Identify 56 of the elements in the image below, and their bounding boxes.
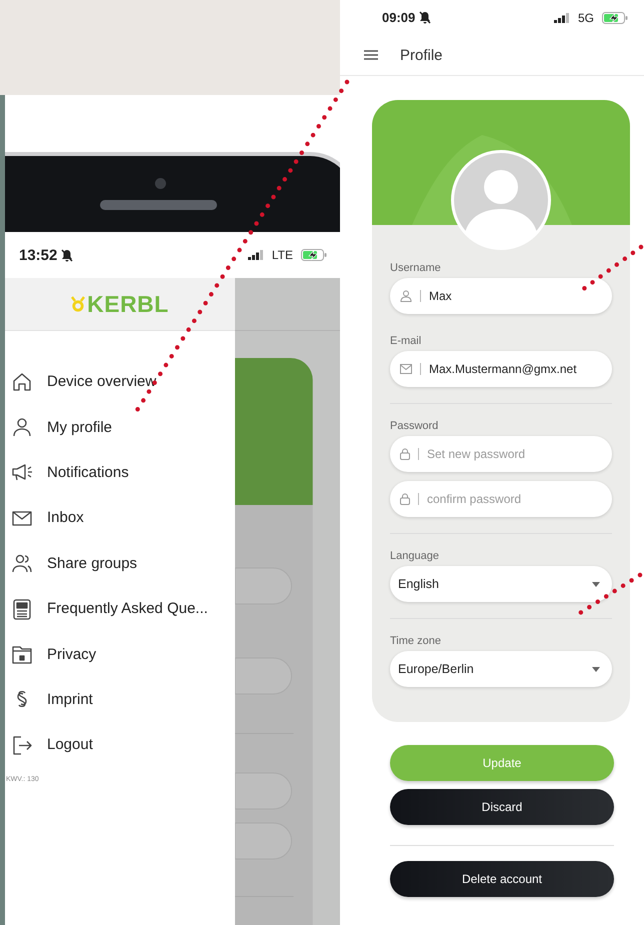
menu-item-label: Logout [47,736,93,754]
menu-item[interactable]: Imprint [5,676,235,722]
lock-icon [400,493,410,505]
field-label: Username [390,262,442,274]
field-label: E-mail [390,335,422,347]
dark-button[interactable]: Delete account [390,861,614,897]
status-time: 09:09 [382,10,416,25]
menu-icon[interactable] [362,48,380,62]
menu-item-label: Device overview [47,373,156,390]
battery-charging-icon [602,12,628,24]
envelope-icon [400,364,412,374]
menu-item-label: Inbox [47,509,84,526]
avatar-icon [451,150,551,250]
menu-item[interactable]: Notifications [5,450,235,496]
menu-item[interactable]: My profile [5,404,235,450]
battery-charging-icon [301,249,327,261]
bell-muted-icon [419,11,432,24]
dark-button[interactable]: Discard [390,789,614,825]
menu-item-label: Privacy [47,646,96,663]
lock-icon [400,448,410,460]
camera-icon [155,178,166,189]
dropdown[interactable]: Europe/Berlin [390,651,612,687]
field-label: Language [390,550,440,562]
input-field[interactable]: Max [390,278,612,314]
field-label: Password [390,420,440,432]
menu-item[interactable]: Privacy [5,631,235,677]
horns-icon [71,296,86,312]
status-time: 13:52 [19,246,58,264]
menu-item-label: Share groups [47,554,138,572]
field-label: Time zone [390,635,442,647]
menu-item[interactable]: Inbox [5,495,235,541]
dropdown[interactable]: English [390,566,612,602]
bell-muted-icon [61,248,74,262]
network-label: LTE [272,248,293,262]
person-icon [11,416,33,438]
caret-icon [592,666,600,672]
menu-item-label: My profile [47,418,112,436]
signal-icon [248,250,264,260]
menu-item-label: Frequently Asked Que... [47,600,208,618]
menu-item[interactable]: Share groups [5,540,235,586]
input-field[interactable]: Max.Mustermann@gmx.net [390,351,612,387]
menu-item[interactable]: Device overview [5,359,235,404]
menu-item[interactable]: Frequently Asked Que... [5,586,235,632]
logo-text: KERBL [87,290,169,318]
network-label: 5G [578,10,594,24]
logout-icon [11,734,33,756]
menu-item[interactable]: Logout [5,722,235,768]
faq-document-icon [11,598,33,620]
caret-icon [592,582,600,586]
home-icon [11,370,33,393]
person-icon [400,290,412,302]
signal-icon [554,12,570,22]
page-title: Profile [400,46,443,64]
menu-item-label: Imprint [47,690,93,708]
menu-item-label: Notifications [47,464,129,481]
people-icon [11,552,33,574]
